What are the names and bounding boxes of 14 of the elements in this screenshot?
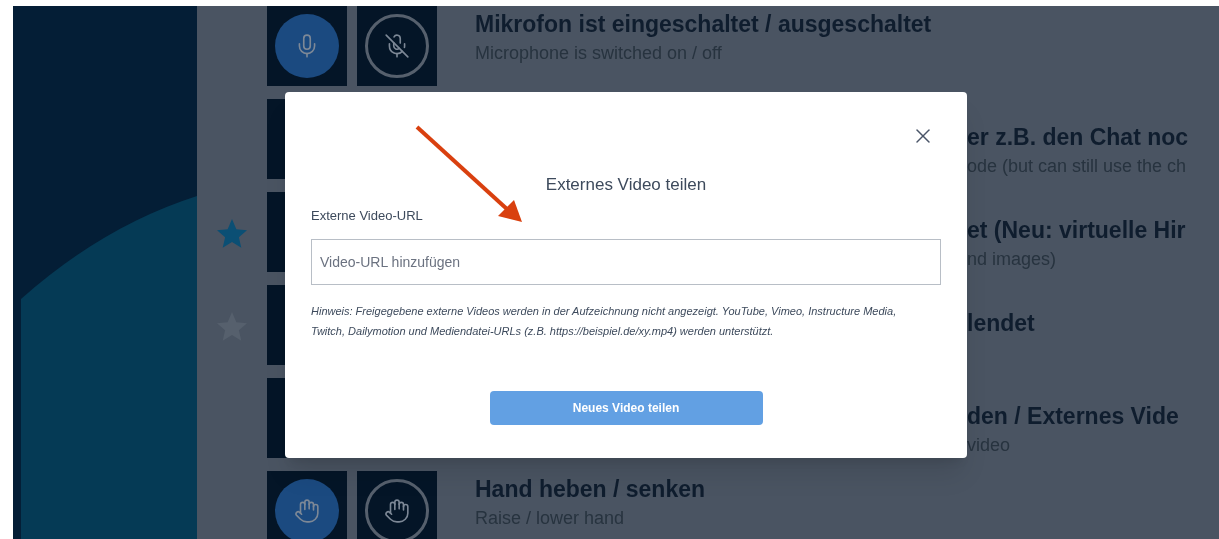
share-video-button[interactable]: Neues Video teilen — [489, 391, 763, 425]
microphone-off-icon — [384, 33, 410, 59]
row-title: lendet — [967, 309, 1035, 338]
hand-icon — [384, 498, 410, 524]
row-title: Mikrofon ist eingeschaltet / ausgeschaltet — [475, 10, 932, 39]
field-label: Externe Video-URL — [311, 206, 424, 225]
hint-text: Hinweis: Freigegebene externe Videos werden in der Aufzeichnung nicht angezeigt. YouTube, Vimeo, Instructure Media, Twitch, Dailymotion und Mediendatei-URLs (z.B. https://beispiel.de/xy.mp4) werden unterstützt. — [311, 304, 898, 339]
row-title: den / Externes Vide — [967, 402, 1179, 431]
row-title: er z.B. den Chat noc — [967, 123, 1189, 152]
url-input-field[interactable]: Video-URL hinzufügen — [311, 239, 941, 285]
hand-icon — [294, 498, 320, 524]
row-title: Hand heben / senken — [475, 475, 706, 504]
row-title: et (Neu: virtuelle Hir — [967, 216, 1186, 245]
dialog-title: Externes Video teilen — [545, 174, 707, 196]
